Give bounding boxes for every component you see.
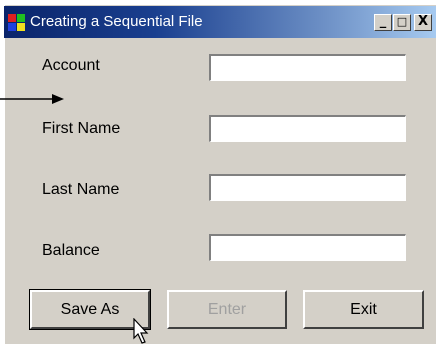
exit-button[interactable]: Exit [303,290,424,329]
minimize-button[interactable]: _ [374,14,392,31]
annotation-arrow-icon [0,94,64,104]
account-field[interactable] [209,54,406,81]
app-window-icon[interactable] [8,14,25,31]
last-name-field[interactable] [209,174,406,201]
balance-field[interactable] [209,234,406,261]
first-name-label: First Name [42,120,121,137]
mouse-pointer-icon [133,318,149,344]
balance-label: Balance [42,242,100,259]
maximize-button[interactable]: □ [393,14,411,31]
first-name-field[interactable] [209,115,406,142]
last-name-label: Last Name [42,181,120,198]
save-as-button[interactable]: Save As [29,289,151,330]
window-title: Creating a Sequential File [30,13,203,30]
title-bar[interactable]: Creating a Sequential File _ □ X [4,6,436,38]
close-button[interactable]: X [414,14,432,31]
account-label: Account [42,57,100,74]
enter-button[interactable]: Enter [167,290,287,329]
